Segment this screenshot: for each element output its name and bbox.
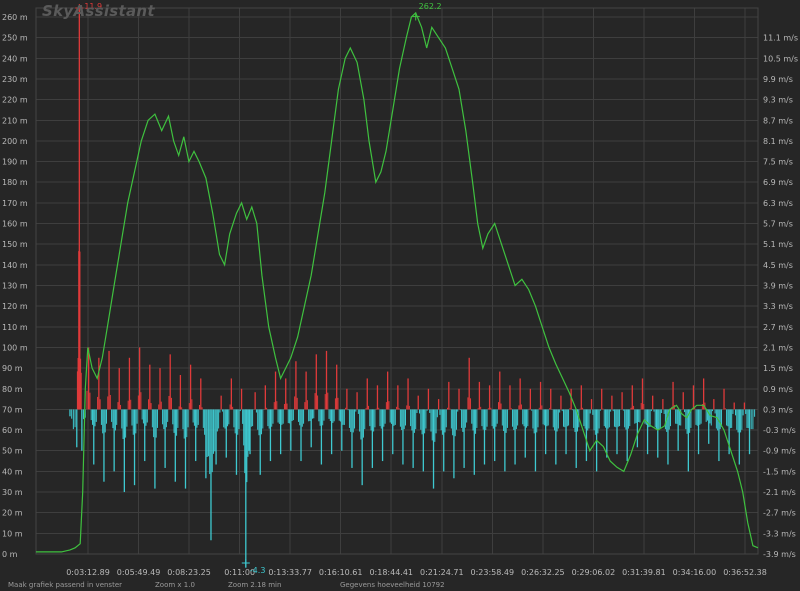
right-tick-label: 4.5 m/s bbox=[763, 261, 793, 270]
right-tick-label: 11.1 m/s bbox=[763, 34, 798, 43]
grid bbox=[35, 7, 759, 555]
left-tick-label: 190 m bbox=[2, 158, 28, 167]
left-tick-label: 250 m bbox=[2, 34, 28, 43]
left-tick-label: 0 m bbox=[2, 550, 18, 559]
left-tick-label: 220 m bbox=[2, 96, 28, 105]
left-tick-label: 120 m bbox=[2, 302, 28, 311]
x-tick-label: 0:13:33.77 bbox=[268, 568, 312, 577]
climb-rate-series bbox=[69, 10, 756, 568]
right-tick-label: 5.7 m/s bbox=[763, 220, 793, 229]
left-tick-label: 80 m bbox=[2, 385, 23, 394]
left-tick-label: 50 m bbox=[2, 447, 23, 456]
right-tick-label: 10.5 m/s bbox=[763, 54, 798, 63]
right-tick-label: 5.1 m/s bbox=[763, 240, 793, 249]
left-tick-label: 260 m bbox=[2, 13, 28, 22]
altitude-climb-chart[interactable]: 0 m 10 m 20 m 30 m 40 m 50 m 60 m 70 m 80 m 90 m 1… bbox=[0, 0, 800, 591]
min-climb-label: -4.3 bbox=[250, 566, 266, 575]
left-tick-label: 140 m bbox=[2, 261, 28, 270]
right-axis-ticks: -3.9 m/s -3.3 m/s -2.7 m/s -2.1 m/s -1.5 m/s… bbox=[763, 34, 798, 559]
left-tick-label: 210 m bbox=[2, 116, 28, 125]
right-tick-label: 6.3 m/s bbox=[763, 199, 793, 208]
right-tick-label: 1.5 m/s bbox=[763, 364, 793, 373]
x-tick-label: 0:21:24.71 bbox=[420, 568, 464, 577]
x-axis-ticks: 0:03:12.89 0:05:49.49 0:08:23.25 0:11:00 0:1… bbox=[66, 568, 767, 577]
max-altitude-label: 262.2 bbox=[419, 2, 442, 11]
left-tick-label: 160 m bbox=[2, 220, 28, 229]
left-tick-label: 20 m bbox=[2, 509, 23, 518]
left-tick-label: 10 m bbox=[2, 529, 23, 538]
right-tick-label: 2.1 m/s bbox=[763, 343, 793, 352]
left-tick-label: 230 m bbox=[2, 75, 28, 84]
left-tick-label: 90 m bbox=[2, 364, 23, 373]
left-tick-label: 70 m bbox=[2, 405, 23, 414]
left-tick-label: 170 m bbox=[2, 199, 28, 208]
zoom-time-label: Zoom 2.18 min bbox=[228, 581, 282, 589]
right-tick-label: 8.7 m/s bbox=[763, 116, 793, 125]
left-tick-label: 60 m bbox=[2, 426, 23, 435]
right-tick-label: -3.3 m/s bbox=[763, 529, 796, 538]
right-tick-label: 0.9 m/s bbox=[763, 385, 793, 394]
right-tick-label: 8.1 m/s bbox=[763, 137, 793, 146]
left-tick-label: 30 m bbox=[2, 488, 23, 497]
x-tick-label: 0:31:39.81 bbox=[622, 568, 666, 577]
annotations: 11.9-4.3262.2 bbox=[75, 2, 442, 575]
left-tick-label: 110 m bbox=[2, 323, 28, 332]
x-tick-label: 0:36:52.38 bbox=[723, 568, 767, 577]
right-tick-label: -0.9 m/s bbox=[763, 447, 796, 456]
left-tick-label: 100 m bbox=[2, 343, 28, 352]
left-tick-label: 240 m bbox=[2, 54, 28, 63]
x-tick-label: 0:29:06.02 bbox=[572, 568, 616, 577]
x-tick-label: 0:08:23.25 bbox=[167, 568, 211, 577]
zoom-factor-label: Zoom x 1.0 bbox=[155, 581, 195, 589]
x-tick-label: 0:05:49.49 bbox=[117, 568, 161, 577]
left-tick-label: 180 m bbox=[2, 178, 28, 187]
left-tick-label: 40 m bbox=[2, 467, 23, 476]
right-tick-label: 3.9 m/s bbox=[763, 282, 793, 291]
min-climb-marker bbox=[241, 559, 250, 567]
right-tick-label: 9.9 m/s bbox=[763, 75, 793, 84]
right-tick-label: 7.5 m/s bbox=[763, 158, 793, 167]
x-tick-label: 0:23:58.49 bbox=[471, 568, 515, 577]
right-tick-label: -3.9 m/s bbox=[763, 550, 796, 559]
left-tick-label: 200 m bbox=[2, 137, 28, 146]
right-tick-label: 0.3 m/s bbox=[763, 405, 793, 414]
x-tick-label: 0:03:12.89 bbox=[66, 568, 110, 577]
right-tick-label: -2.1 m/s bbox=[763, 488, 796, 497]
x-tick-label: 0:16:10.61 bbox=[319, 568, 363, 577]
right-tick-label: -2.7 m/s bbox=[763, 509, 796, 518]
app-watermark: SkyAssistant bbox=[42, 2, 155, 20]
right-tick-label: 9.3 m/s bbox=[763, 96, 793, 105]
fit-to-window-link[interactable]: Maak grafiek passend in venster bbox=[8, 581, 122, 589]
left-tick-label: 150 m bbox=[2, 240, 28, 249]
x-tick-label: 0:26:32.25 bbox=[521, 568, 565, 577]
right-tick-label: -1.5 m/s bbox=[763, 467, 796, 476]
left-axis-ticks: 0 m 10 m 20 m 30 m 40 m 50 m 60 m 70 m 80 m 90 m 1… bbox=[2, 13, 28, 559]
right-tick-label: 3.3 m/s bbox=[763, 302, 793, 311]
plot-frame bbox=[35, 7, 759, 555]
right-tick-label: 2.7 m/s bbox=[763, 323, 793, 332]
x-tick-label: 0:34:16.00 bbox=[673, 568, 717, 577]
x-tick-label: 0:18:44.41 bbox=[369, 568, 413, 577]
right-tick-label: 6.9 m/s bbox=[763, 178, 793, 187]
right-tick-label: -0.3 m/s bbox=[763, 426, 796, 435]
data-count-label: Gegevens hoeveelheid 10792 bbox=[340, 581, 445, 589]
left-tick-label: 130 m bbox=[2, 282, 28, 291]
